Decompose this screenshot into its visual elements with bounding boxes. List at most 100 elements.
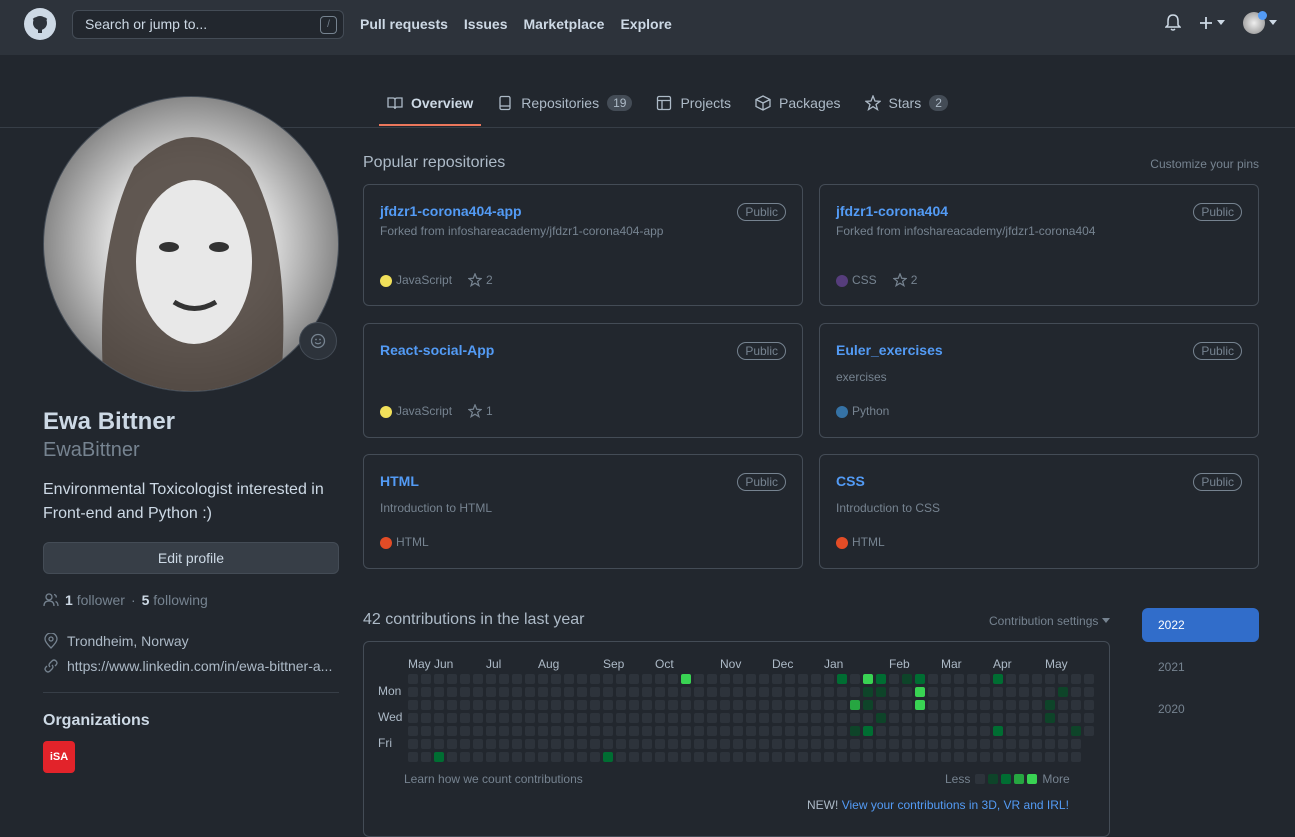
contribution-day[interactable]	[629, 700, 639, 710]
contribution-day[interactable]	[629, 674, 639, 684]
contribution-day[interactable]	[486, 687, 496, 697]
contribution-day[interactable]	[694, 674, 704, 684]
contribution-day[interactable]	[421, 726, 431, 736]
contribution-day[interactable]	[655, 700, 665, 710]
contribution-day[interactable]	[798, 713, 808, 723]
contribution-day[interactable]	[551, 674, 561, 684]
contribution-day[interactable]	[993, 674, 1003, 684]
contribution-day[interactable]	[499, 726, 509, 736]
contribution-day[interactable]	[642, 713, 652, 723]
contribution-day[interactable]	[408, 752, 418, 762]
contribution-day[interactable]	[863, 713, 873, 723]
contribution-day[interactable]	[577, 726, 587, 736]
contribution-day[interactable]	[1032, 752, 1042, 762]
contribution-day[interactable]	[941, 700, 951, 710]
contribution-day[interactable]	[811, 713, 821, 723]
contribution-day[interactable]	[590, 713, 600, 723]
contribution-day[interactable]	[1071, 726, 1081, 736]
year-2022[interactable]: 2022	[1142, 608, 1259, 642]
contribution-day[interactable]	[1019, 674, 1029, 684]
contribution-day[interactable]	[954, 674, 964, 684]
contribution-day[interactable]	[551, 752, 561, 762]
contribution-day[interactable]	[551, 687, 561, 697]
contribution-day[interactable]	[837, 726, 847, 736]
contribution-day[interactable]	[1071, 674, 1081, 684]
contribution-day[interactable]	[473, 739, 483, 749]
contribution-day[interactable]	[1019, 700, 1029, 710]
contribution-day[interactable]	[941, 713, 951, 723]
contribution-day[interactable]	[642, 674, 652, 684]
contribution-day[interactable]	[759, 700, 769, 710]
contribution-day[interactable]	[850, 687, 860, 697]
set-status-button[interactable]	[299, 322, 337, 360]
contribution-day[interactable]	[954, 752, 964, 762]
contribution-day[interactable]	[1071, 713, 1081, 723]
contribution-day[interactable]	[1084, 713, 1094, 723]
contribution-day[interactable]	[720, 752, 730, 762]
contribution-day[interactable]	[954, 739, 964, 749]
contribution-day[interactable]	[915, 674, 925, 684]
contribution-day[interactable]	[824, 713, 834, 723]
contribution-day[interactable]	[785, 700, 795, 710]
contribution-day[interactable]	[824, 726, 834, 736]
contribution-day[interactable]	[512, 700, 522, 710]
contribution-day[interactable]	[499, 713, 509, 723]
contribution-day[interactable]	[655, 726, 665, 736]
contribution-day[interactable]	[590, 726, 600, 736]
contribution-day[interactable]	[980, 713, 990, 723]
contribution-day[interactable]	[590, 752, 600, 762]
contribution-day[interactable]	[993, 687, 1003, 697]
contribution-day[interactable]	[837, 700, 847, 710]
contribution-day[interactable]	[772, 713, 782, 723]
contribution-day[interactable]	[447, 752, 457, 762]
contribution-day[interactable]	[850, 752, 860, 762]
contribution-day[interactable]	[1084, 726, 1094, 736]
contribution-day[interactable]	[590, 739, 600, 749]
contribution-day[interactable]	[1045, 700, 1055, 710]
contribution-day[interactable]	[668, 713, 678, 723]
contribution-day[interactable]	[1032, 674, 1042, 684]
contribution-day[interactable]	[1045, 687, 1055, 697]
repo-name-link[interactable]: Euler_exercises	[836, 342, 943, 358]
contribution-day[interactable]	[499, 752, 509, 762]
contribution-day[interactable]	[421, 752, 431, 762]
contribution-day[interactable]	[1006, 752, 1016, 762]
contribution-day[interactable]	[759, 674, 769, 684]
contribution-day[interactable]	[707, 726, 717, 736]
contribution-day[interactable]	[616, 752, 626, 762]
contribution-day[interactable]	[1058, 713, 1068, 723]
contribution-day[interactable]	[1032, 687, 1042, 697]
contribution-day[interactable]	[525, 674, 535, 684]
contribution-day[interactable]	[538, 700, 548, 710]
contribution-day[interactable]	[863, 752, 873, 762]
contribution-day[interactable]	[811, 674, 821, 684]
contribution-day[interactable]	[525, 713, 535, 723]
contribution-day[interactable]	[447, 700, 457, 710]
contribution-day[interactable]	[1019, 713, 1029, 723]
contribution-day[interactable]	[980, 687, 990, 697]
contribution-day[interactable]	[772, 752, 782, 762]
following-link[interactable]: 5 following	[142, 592, 208, 608]
contribution-day[interactable]	[421, 674, 431, 684]
contribution-day[interactable]	[434, 726, 444, 736]
edit-profile-button[interactable]: Edit profile	[43, 542, 339, 574]
contribution-day[interactable]	[538, 687, 548, 697]
contribution-day[interactable]	[850, 713, 860, 723]
contribution-day[interactable]	[889, 700, 899, 710]
contribution-day[interactable]	[564, 700, 574, 710]
nav-pull-requests[interactable]: Pull requests	[360, 16, 448, 32]
contribution-day[interactable]	[616, 674, 626, 684]
contribution-day[interactable]	[746, 726, 756, 736]
contribution-day[interactable]	[642, 739, 652, 749]
contribution-day[interactable]	[564, 726, 574, 736]
contribution-day[interactable]	[681, 687, 691, 697]
contribution-day[interactable]	[967, 713, 977, 723]
contribution-day[interactable]	[733, 752, 743, 762]
contribution-day[interactable]	[1058, 687, 1068, 697]
contribution-day[interactable]	[499, 687, 509, 697]
contribution-day[interactable]	[889, 752, 899, 762]
contribution-day[interactable]	[408, 713, 418, 723]
repo-name-link[interactable]: HTML	[380, 473, 419, 489]
contribution-day[interactable]	[694, 739, 704, 749]
contribution-day[interactable]	[655, 687, 665, 697]
